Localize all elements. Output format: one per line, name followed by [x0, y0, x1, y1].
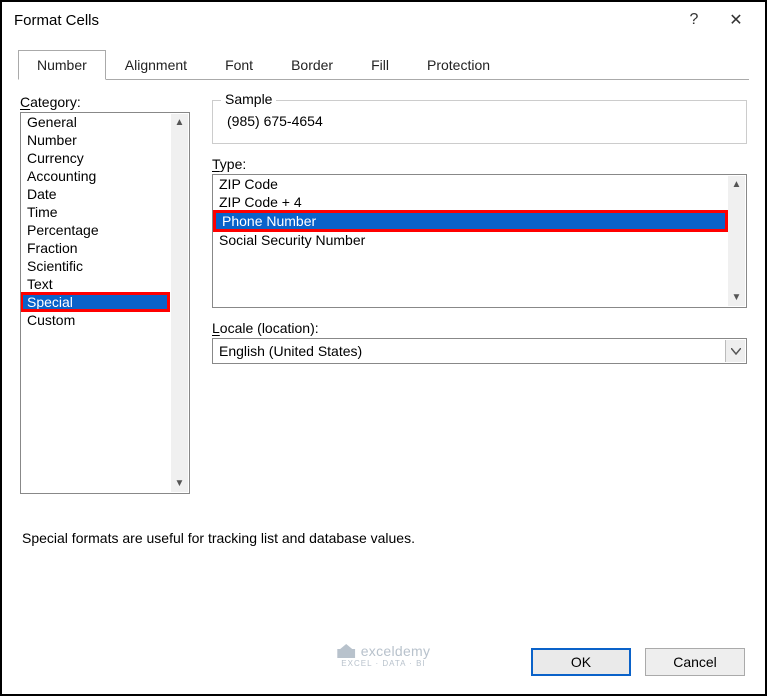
tab-alignment[interactable]: Alignment: [106, 50, 206, 80]
watermark-icon: [337, 644, 355, 658]
category-listbox[interactable]: General Number Currency Accounting Date …: [20, 112, 190, 494]
type-item-phone[interactable]: Phone Number: [213, 210, 728, 232]
dialog-footer: OK Cancel: [531, 648, 745, 676]
type-item-zip4[interactable]: ZIP Code + 4: [213, 193, 746, 211]
dialog-titlebar: Format Cells ? ✕: [2, 2, 765, 38]
type-scrollbar[interactable]: ▲ ▼: [728, 176, 745, 306]
scroll-down-icon[interactable]: ▼: [171, 475, 188, 492]
category-label: Category:: [20, 94, 194, 110]
tab-border[interactable]: Border: [272, 50, 352, 80]
type-item-zip[interactable]: ZIP Code: [213, 175, 746, 193]
category-item-text[interactable]: Text: [21, 275, 189, 293]
locale-dropdown[interactable]: English (United States): [212, 338, 747, 364]
tab-fill[interactable]: Fill: [352, 50, 408, 80]
tab-number[interactable]: Number: [18, 50, 106, 80]
sample-group: Sample (985) 675-4654: [212, 100, 747, 144]
tab-font[interactable]: Font: [206, 50, 272, 80]
watermark: exceldemy EXCEL · DATA · BI: [337, 643, 431, 668]
ok-button[interactable]: OK: [531, 648, 631, 676]
category-item-date[interactable]: Date: [21, 185, 189, 203]
category-item-time[interactable]: Time: [21, 203, 189, 221]
close-button[interactable]: ✕: [715, 5, 757, 35]
scroll-up-icon[interactable]: ▲: [728, 176, 745, 193]
category-item-fraction[interactable]: Fraction: [21, 239, 189, 257]
type-item-ssn[interactable]: Social Security Number: [213, 231, 746, 249]
scroll-down-icon[interactable]: ▼: [728, 289, 745, 306]
category-item-accounting[interactable]: Accounting: [21, 167, 189, 185]
category-item-number[interactable]: Number: [21, 131, 189, 149]
type-label: Type:: [212, 156, 747, 172]
tabs-bar: Number Alignment Font Border Fill Protec…: [2, 38, 765, 80]
scroll-up-icon[interactable]: ▲: [171, 114, 188, 131]
category-item-scientific[interactable]: Scientific: [21, 257, 189, 275]
type-listbox[interactable]: ZIP Code ZIP Code + 4 Phone Number Socia…: [212, 174, 747, 308]
locale-label: Locale (location):: [212, 320, 747, 336]
category-item-general[interactable]: General: [21, 113, 189, 131]
description-text: Special formats are useful for tracking …: [2, 494, 765, 546]
category-item-percentage[interactable]: Percentage: [21, 221, 189, 239]
help-button[interactable]: ?: [673, 5, 715, 35]
category-item-custom[interactable]: Custom: [21, 311, 189, 329]
sample-value: (985) 675-4654: [223, 107, 736, 129]
category-scrollbar[interactable]: ▲ ▼: [171, 114, 188, 492]
category-item-currency[interactable]: Currency: [21, 149, 189, 167]
locale-value: English (United States): [219, 343, 362, 359]
tab-protection[interactable]: Protection: [408, 50, 509, 80]
cancel-button[interactable]: Cancel: [645, 648, 745, 676]
sample-label: Sample: [221, 91, 276, 107]
category-item-special[interactable]: Special: [21, 293, 169, 311]
dropdown-chevron-icon[interactable]: [725, 340, 745, 362]
dialog-title: Format Cells: [14, 12, 673, 29]
